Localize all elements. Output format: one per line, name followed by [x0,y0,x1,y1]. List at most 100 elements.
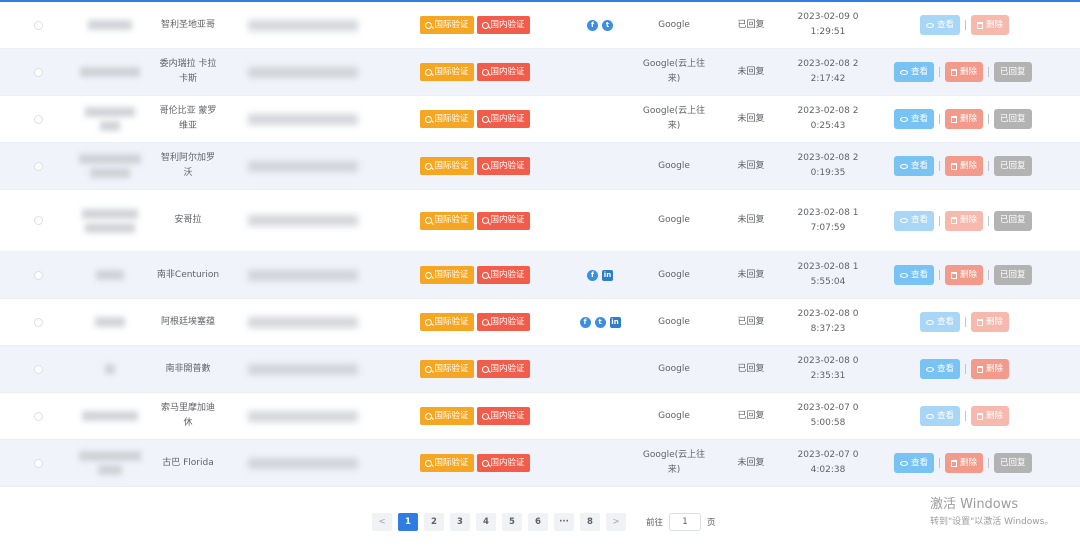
view-button[interactable]: 查看 [920,15,961,35]
international-verify-button[interactable]: 国际验证 [420,266,474,284]
page-number-button[interactable]: 2 [424,513,444,531]
row-select-radio[interactable] [33,67,43,77]
delete-button[interactable]: 删除 [971,312,1010,332]
page-number-button[interactable]: 8 [580,513,600,531]
page-number-button[interactable]: 4 [476,513,496,531]
international-verify-label: 国际验证 [434,66,469,77]
row-select-radio[interactable] [33,161,43,171]
delete-button[interactable]: 删除 [945,210,984,231]
next-page-button[interactable]: > [606,513,626,531]
goto-page-input[interactable] [669,513,702,531]
page-number-button[interactable]: 1 [398,513,418,531]
domestic-verify-button[interactable]: 国内验证 [476,360,530,378]
delete-button[interactable]: 删除 [945,62,984,82]
view-button[interactable]: 查看 [894,453,935,473]
page-number-button[interactable]: 3 [450,513,470,531]
twitter-icon[interactable]: t [594,316,606,328]
row-select-radio-cell [28,440,48,486]
verify-buttons: 国际验证 国内验证 [410,393,540,439]
facebook-icon[interactable]: f [587,19,598,31]
row-actions: 查看 删除 [880,299,1080,345]
row-select-radio-cell [28,49,48,95]
search-icon [425,217,433,224]
row-select-radio[interactable] [33,317,43,327]
more-pages-button[interactable]: ··· [554,513,574,531]
prev-page-button[interactable]: < [372,513,392,531]
table-row: 哥伦比亚 蒙罗 维亚 国际验证 国内验证 Google(云上往 来) 未回复 2… [0,96,1080,143]
row-select-radio[interactable] [33,216,43,225]
international-verify-button[interactable]: 国际验证 [420,110,474,128]
mark-replied-button[interactable]: 已回复 [994,109,1032,129]
domestic-verify-button[interactable]: 国内验证 [476,313,530,331]
delete-button[interactable]: 删除 [945,109,984,129]
search-icon [425,162,433,170]
international-verify-button[interactable]: 国际验证 [420,407,474,425]
international-verify-button[interactable]: 国际验证 [420,16,474,34]
social-links: ft [570,2,630,48]
delete-button[interactable]: 删除 [971,15,1010,35]
row-select-radio[interactable] [33,114,43,124]
facebook-icon[interactable]: f [579,316,591,328]
domestic-verify-button[interactable]: 国内验证 [476,454,530,472]
international-verify-button[interactable]: 国际验证 [420,360,474,378]
row-select-radio[interactable] [33,364,43,374]
view-button[interactable]: 查看 [920,359,961,379]
created-date: 2023-02-08 1 7:07:59 [797,207,859,233]
delete-button[interactable]: 删除 [945,453,984,473]
mark-replied-button[interactable]: 已回复 [994,265,1032,285]
delete-button[interactable]: 删除 [971,406,1010,426]
linkedin-icon[interactable]: in [609,316,621,328]
row-select-radio[interactable] [33,458,43,468]
twitter-icon[interactable]: t [602,19,613,31]
delete-label: 删除 [986,410,1004,421]
page-number-button[interactable]: 5 [502,513,522,531]
redacted-company [238,252,368,298]
mark-replied-button[interactable]: 已回复 [994,156,1032,176]
domestic-verify-button[interactable]: 国内验证 [476,110,530,128]
international-verify-button[interactable]: 国际验证 [420,157,474,175]
domestic-verify-button[interactable]: 国内验证 [476,266,530,284]
view-button[interactable]: 查看 [920,312,961,332]
mark-replied-button[interactable]: 已回复 [994,210,1032,231]
view-button[interactable]: 查看 [894,210,935,231]
view-button[interactable]: 查看 [894,265,935,285]
eye-icon [926,366,934,372]
delete-button[interactable]: 删除 [945,156,984,176]
domestic-verify-button[interactable]: 国内验证 [476,157,530,175]
mark-replied-button[interactable]: 已回复 [994,62,1032,82]
view-button[interactable]: 查看 [920,406,961,426]
view-button[interactable]: 查看 [894,109,935,129]
source: Google [658,410,690,421]
created-date: 2023-02-07 0 5:00:58 [797,403,859,428]
domestic-verify-button[interactable]: 国内验证 [476,16,530,34]
view-label: 查看 [911,66,929,77]
facebook-icon[interactable]: f [587,269,598,281]
table-row: 南非Centurion 国际验证 国内验证 f in Google 未回复 202… [0,252,1080,299]
goto-unit: 页 [707,518,716,528]
location-name: 索马里摩加迪 休 [160,403,215,428]
reply-status: 已回复 [737,316,765,327]
domestic-verify-button[interactable]: 国内验证 [476,211,530,230]
row-select-radio[interactable] [33,20,43,30]
page-number-button[interactable]: 6 [528,513,548,531]
international-verify-button[interactable]: 国际验证 [420,63,474,81]
divider [988,114,990,124]
delete-button[interactable]: 删除 [945,265,984,285]
international-verify-button[interactable]: 国际验证 [420,211,474,230]
international-verify-button[interactable]: 国际验证 [420,454,474,472]
international-verify-button[interactable]: 国际验证 [420,313,474,331]
domestic-verify-button[interactable]: 国内验证 [476,407,530,425]
domestic-verify-label: 国内验证 [490,160,525,171]
linkedin-icon[interactable]: in [602,269,613,281]
divider [939,67,941,77]
view-button[interactable]: 查看 [894,62,935,82]
row-select-radio[interactable] [33,411,43,421]
redacted-contact [70,143,150,189]
delete-button[interactable]: 删除 [971,359,1010,379]
row-actions: 查看 删除 [880,2,1080,48]
row-select-radio[interactable] [33,270,43,280]
domestic-verify-button[interactable]: 国内验证 [476,63,530,81]
eye-icon [926,413,934,419]
view-button[interactable]: 查看 [894,156,935,176]
mark-replied-button[interactable]: 已回复 [994,453,1032,473]
